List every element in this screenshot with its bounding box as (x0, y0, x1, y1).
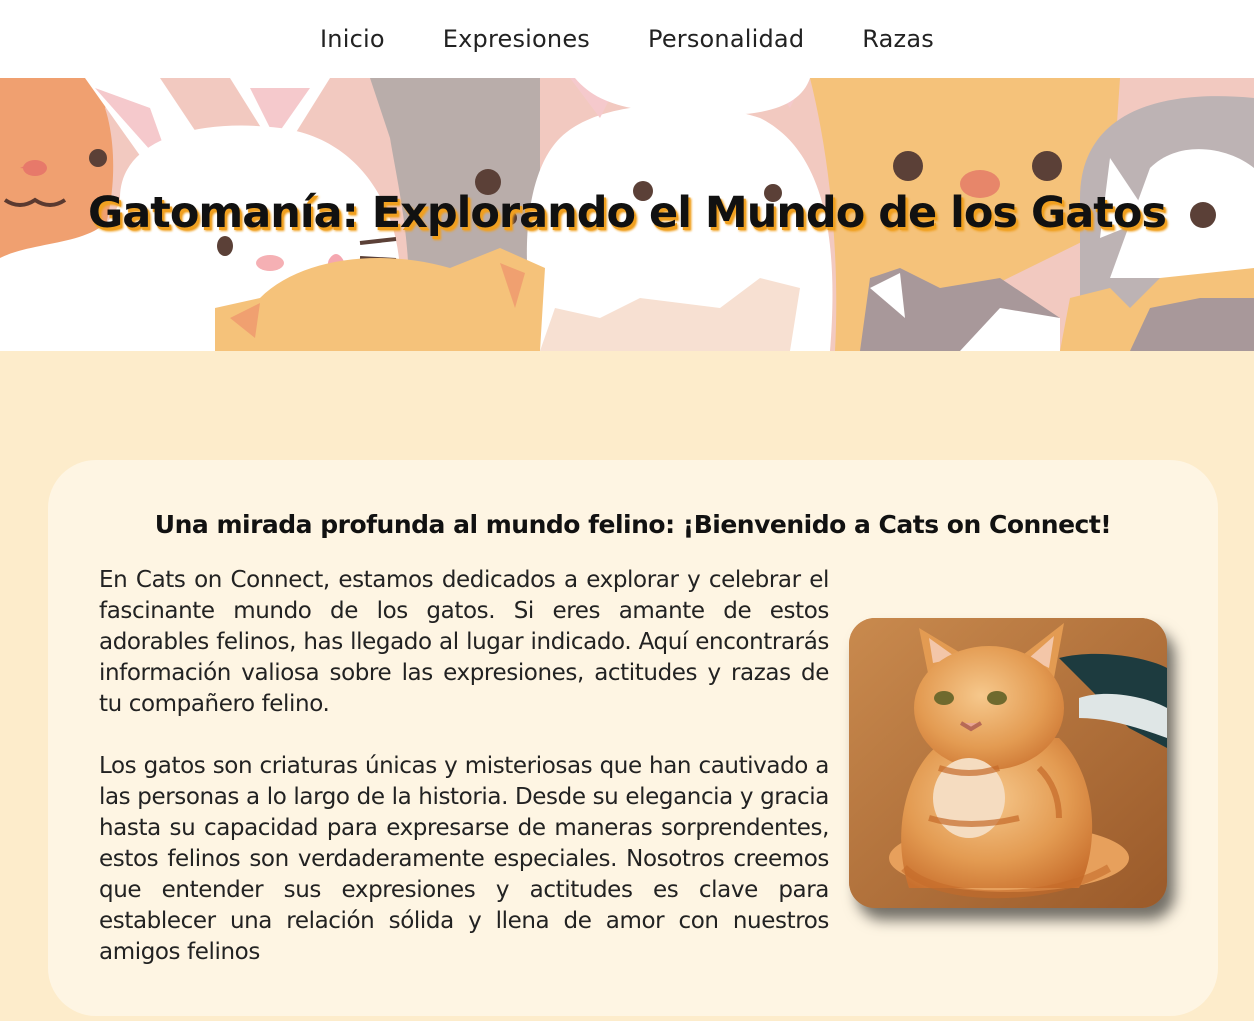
welcome-card: Una mirada profunda al mundo felino: ¡Bi… (48, 460, 1218, 1016)
nav-link-inicio[interactable]: Inicio (291, 25, 414, 53)
hero-banner: Gatomanía: Explorando el Mundo de los Ga… (0, 78, 1254, 351)
main-nav: Inicio Expresiones Personalidad Razas (0, 0, 1254, 78)
welcome-paragraph-1: En Cats on Connect, estamos dedicados a … (99, 567, 829, 717)
nav-link-razas[interactable]: Razas (833, 25, 963, 53)
welcome-text: En Cats on Connect, estamos dedicados a … (99, 565, 829, 968)
orange-cat-photo (849, 618, 1167, 908)
welcome-heading: Una mirada profunda al mundo felino: ¡Bi… (154, 510, 1112, 539)
welcome-paragraph-2: Los gatos son criaturas únicas y misteri… (99, 753, 829, 965)
nav-link-expresiones[interactable]: Expresiones (414, 25, 619, 53)
nav-link-personalidad[interactable]: Personalidad (619, 25, 833, 53)
hero-title: Gatomanía: Explorando el Mundo de los Ga… (87, 188, 1167, 238)
